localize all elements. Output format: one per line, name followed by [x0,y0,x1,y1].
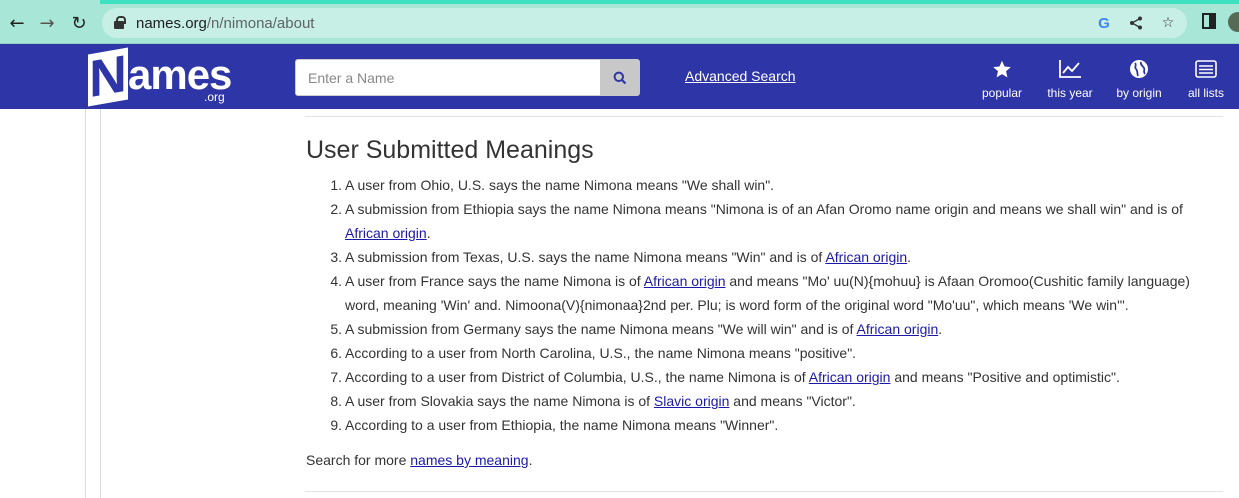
nav-popular-label: popular [981,86,1023,100]
trending-chart-icon [1058,58,1082,80]
left-divider [85,109,86,498]
meaning-text: . [426,225,431,241]
section-title: User Submitted Meanings [306,136,594,164]
globe-icon [1129,58,1149,80]
list-number: 3. [330,249,342,265]
meaning-text: and means "Victor". [729,393,856,409]
star-icon [991,58,1013,80]
meaning-item: 9. According to a user from Ethiopia, the… [306,413,1211,437]
url-text[interactable]: names.org/n/nimona/about [136,15,314,32]
origin-link[interactable]: African origin [809,369,891,385]
meaning-text: A submission from Ethiopia says the name… [345,201,1183,217]
meaning-item: 6. According to a user from North Carolin… [306,341,1211,365]
section-divider-bottom [305,491,1223,492]
list-number: 9. [330,417,342,433]
meaning-text: . [938,321,943,337]
meanings-list: 1. A user from Ohio, U.S. says the name N… [306,173,1211,437]
meaning-text: A user from Ohio, U.S. says the name Nim… [345,177,775,193]
lock-icon[interactable] [114,16,126,29]
meaning-text: . [907,249,912,265]
meaning-text: A submission from Germany says the name … [345,321,857,337]
meaning-text: A user from Slovakia says the name Nimon… [345,393,654,409]
meaning-text: and means "Positive and optimistic". [890,369,1120,385]
meaning-item: 7. According to a user from District of C… [306,365,1211,389]
side-panel-icon[interactable] [1202,13,1216,29]
nav-by-origin-label: by origin [1116,86,1162,100]
forward-arrow-icon[interactable]: → [36,12,58,34]
search-icon [613,71,627,84]
meaning-item: 5. A submission from Germany says the nam… [306,317,1211,341]
nav-popular[interactable]: popular [982,58,1022,100]
meaning-text: According to a user from North Carolina,… [345,345,857,361]
meaning-item: 8. A user from Slovakia says the name Nim… [306,389,1211,413]
list-number: 4. [330,273,342,289]
names-by-meaning-link[interactable]: names by meaning [410,452,528,468]
meaning-item: 4. A user from France says the name Nimon… [306,269,1211,317]
google-icon[interactable]: G [1095,14,1113,32]
back-arrow-icon[interactable]: ← [6,12,28,34]
share-icon[interactable] [1127,14,1145,32]
origin-link[interactable]: African origin [345,225,427,241]
meaning-item: 2. A submission from Ethiopia says the na… [306,197,1211,245]
list-number: 5. [330,321,342,337]
sidebar-divider [100,109,101,498]
site-header: N ames .org Advanced Search popular this… [0,44,1239,109]
origin-link[interactable]: African origin [857,321,939,337]
list-number: 6. [330,345,342,361]
search-button[interactable] [600,59,640,96]
origin-link[interactable]: African origin [644,273,726,289]
nav-all-lists[interactable]: all lists [1186,58,1226,100]
name-search-field[interactable] [295,59,601,96]
name-search-input[interactable] [296,60,600,95]
tab-strip-accent [100,0,1239,4]
search-more-text: Search for more names by meaning. [306,452,533,468]
list-number: 2. [330,201,342,217]
nav-by-origin[interactable]: by origin [1115,58,1163,100]
meaning-text: According to a user from Ethiopia, the n… [345,417,779,433]
browser-toolbar: ← → ↻ names.org/n/nimona/about G ☆ [0,0,1239,44]
meaning-item: 3. A submission from Texas, U.S. says the… [306,245,1211,269]
names-logo[interactable]: N ames .org [88,45,238,109]
origin-link[interactable]: African origin [825,249,907,265]
nav-this-year[interactable]: this year [1046,58,1094,100]
list-number: 1. [330,177,342,193]
meaning-text: According to a user from District of Col… [345,369,809,385]
list-icon [1195,58,1217,80]
address-bar[interactable]: names.org/n/nimona/about G ☆ [102,8,1187,38]
meaning-text: A submission from Texas, U.S. says the n… [345,249,826,265]
bookmark-star-icon[interactable]: ☆ [1159,14,1177,32]
nav-this-year-label: this year [1047,86,1093,100]
profile-avatar[interactable] [1228,12,1239,32]
section-divider-top [305,116,1223,117]
origin-link[interactable]: Slavic origin [654,393,729,409]
list-number: 8. [330,393,342,409]
nav-all-lists-label: all lists [1187,86,1224,100]
meaning-text: A user from France says the name Nimona … [345,273,644,289]
reload-icon[interactable]: ↻ [68,12,90,34]
list-number: 7. [330,369,342,385]
advanced-search-link[interactable]: Advanced Search [685,68,796,84]
meaning-item: 1. A user from Ohio, U.S. says the name N… [306,173,1211,197]
